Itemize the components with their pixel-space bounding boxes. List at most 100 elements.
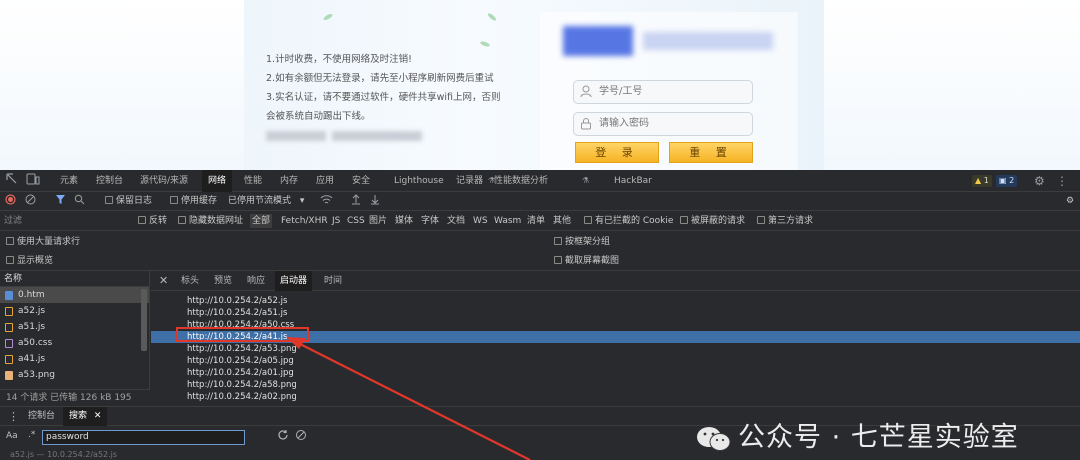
tab-response[interactable]: 响应	[247, 271, 265, 291]
username-placeholder: 学号/工号	[599, 86, 643, 97]
tab-security[interactable]: 安全	[352, 170, 370, 192]
reset-button[interactable]: 重 置	[669, 142, 753, 163]
invert-checkbox[interactable]: 反转	[138, 211, 167, 231]
watermark-text: 公众号 · 七芒星实验室	[738, 422, 1019, 453]
hide-data-urls-checkbox[interactable]: 隐藏数据网址	[178, 211, 243, 231]
device-toolbar-icon[interactable]	[26, 170, 40, 192]
warning-count-badge[interactable]: ▲ 1	[972, 175, 992, 187]
more-options-icon[interactable]: ⋮	[1056, 170, 1068, 192]
close-detail-icon[interactable]: ✕	[159, 271, 168, 291]
filter-type-js[interactable]: JS	[332, 211, 340, 231]
login-notice: 1.计时收费，不使用网络及时注销! 2.如有余额但无法登录，请先至小程序刷新网费…	[266, 50, 526, 145]
filter-type-ws[interactable]: WS	[473, 211, 488, 231]
initiator-row[interactable]: http://10.0.254.2/a58.png	[151, 379, 1080, 391]
request-list-scrollbar[interactable]	[141, 289, 147, 351]
group-by-frame-checkbox[interactable]: 按框架分组	[554, 233, 610, 251]
drawer-tab-search[interactable]: 搜索 ✕	[63, 407, 108, 426]
initiator-row[interactable]: http://10.0.254.2/a05.jpg	[151, 355, 1080, 367]
drawer-tab-console[interactable]: 控制台	[28, 407, 55, 426]
tab-memory[interactable]: 内存	[280, 170, 298, 192]
filter-input[interactable]: 过滤	[4, 214, 132, 228]
request-row[interactable]: a52.js	[0, 303, 149, 319]
clear-search-icon[interactable]	[295, 429, 307, 444]
login-button[interactable]: 登 录	[575, 142, 659, 163]
request-row[interactable]: 0.htm	[0, 287, 149, 303]
initiator-row[interactable]: http://10.0.254.2/a01.jpg	[151, 367, 1080, 379]
tab-lighthouse[interactable]: Lighthouse	[394, 170, 444, 192]
request-row[interactable]: a50.css	[0, 335, 149, 351]
filter-type-img[interactable]: 图片	[369, 211, 387, 231]
filter-type-other[interactable]: 其他	[553, 211, 571, 231]
tab-sources[interactable]: 源代码/来源	[140, 170, 188, 192]
tab-elements[interactable]: 元素	[60, 170, 78, 192]
request-row[interactable]: a51.js	[0, 319, 149, 335]
user-icon	[580, 85, 592, 98]
close-icon[interactable]: ✕	[94, 411, 102, 421]
drawer-menu-icon[interactable]: ⋮	[8, 407, 19, 426]
export-har-icon[interactable]	[370, 192, 380, 211]
tab-console[interactable]: 控制台	[96, 170, 123, 192]
blocked-requests-label: 被屏蔽的请求	[691, 216, 746, 226]
preserve-log-label: 保留日志	[116, 196, 153, 206]
clear-icon[interactable]	[25, 192, 36, 211]
message-count-badge[interactable]: ▣ 2	[996, 175, 1018, 187]
tab-hackbar[interactable]: HackBar	[614, 170, 652, 192]
throttling-select[interactable]: 已停用节流模式 ▾	[228, 192, 304, 211]
watermark: 公众号 · 七芒星实验室	[696, 418, 1056, 458]
search-icon[interactable]	[74, 192, 85, 211]
third-party-checkbox[interactable]: 第三方请求	[757, 211, 813, 231]
tab-headers[interactable]: 标头	[181, 271, 199, 291]
notice-line: 1.计时收费，不使用网络及时注销!	[266, 54, 412, 65]
filter-type-media[interactable]: 媒体	[395, 211, 413, 231]
search-input[interactable]: password	[42, 430, 245, 445]
settings-gear-icon[interactable]: ⚙	[1034, 170, 1045, 192]
initiator-row[interactable]: http://10.0.254.2/a02.png	[151, 391, 1080, 403]
tab-performance[interactable]: 性能	[244, 170, 262, 192]
filter-type-doc[interactable]: 文档	[447, 211, 465, 231]
drawer-tab-search-label: 搜索	[69, 411, 88, 421]
network-settings-gear-icon[interactable]: ⚙	[1066, 192, 1074, 211]
filter-type-all[interactable]: 全部	[250, 214, 273, 228]
network-conditions-icon[interactable]	[320, 192, 333, 211]
tab-initiator[interactable]: 启动器	[275, 271, 313, 291]
filter-type-fetch-xhr[interactable]: Fetch/XHR	[281, 211, 328, 231]
filter-type-css[interactable]: CSS	[347, 211, 365, 231]
tab-preview[interactable]: 预览	[214, 271, 232, 291]
record-icon[interactable]	[5, 192, 16, 211]
filter-type-manifest[interactable]: 清单	[527, 211, 545, 231]
notice-line: 3.实名认证，请不要通过软件，硬件共享wifi上网，否则	[266, 92, 501, 103]
tab-network[interactable]: 网络	[202, 170, 233, 192]
filter-type-font[interactable]: 字体	[421, 211, 439, 231]
match-case-toggle[interactable]: Aa	[6, 431, 18, 441]
username-field[interactable]: 学号/工号	[573, 80, 753, 104]
request-row[interactable]: a53.png	[0, 367, 149, 383]
refresh-icon[interactable]	[277, 429, 289, 444]
show-overview-checkbox[interactable]: 显示概览	[6, 252, 53, 270]
capture-screenshots-checkbox[interactable]: 截取屏幕截图	[554, 252, 619, 270]
request-list-header[interactable]: 名称	[0, 271, 149, 287]
big-request-rows-checkbox[interactable]: 使用大量请求行	[6, 233, 80, 251]
tab-application[interactable]: 应用	[316, 170, 334, 192]
disable-cache-checkbox[interactable]: 停用缓存	[170, 192, 217, 211]
import-har-icon[interactable]	[351, 192, 361, 211]
warning-icon: ▲	[975, 176, 982, 185]
blocked-cookies-checkbox[interactable]: 有已拦截的 Cookie	[584, 211, 673, 231]
request-name: a51.js	[18, 322, 46, 332]
password-field[interactable]: 请输入密码	[573, 112, 753, 136]
inspect-element-icon[interactable]	[6, 170, 18, 192]
regex-toggle[interactable]: .*	[28, 430, 35, 440]
initiator-row[interactable]: http://10.0.254.2/a52.js	[151, 295, 1080, 307]
request-name: 0.htm	[18, 290, 45, 300]
tab-performance-insights[interactable]: 性能数据分析	[494, 170, 548, 192]
filter-type-wasm[interactable]: Wasm	[494, 211, 521, 231]
tab-timing[interactable]: 时间	[324, 271, 342, 291]
request-row[interactable]: a41.js	[0, 351, 149, 367]
annotation-highlight-box	[176, 327, 309, 342]
tab-recorder[interactable]: 记录器	[456, 170, 483, 192]
document-icon	[5, 291, 13, 300]
initiator-row[interactable]: http://10.0.254.2/a51.js	[151, 307, 1080, 319]
blocked-requests-checkbox[interactable]: 被屏蔽的请求	[680, 211, 745, 231]
preserve-log-checkbox[interactable]: 保留日志	[105, 192, 152, 211]
filter-funnel-icon[interactable]	[55, 192, 66, 211]
initiator-row[interactable]: http://10.0.254.2/a53.png	[151, 343, 1080, 355]
